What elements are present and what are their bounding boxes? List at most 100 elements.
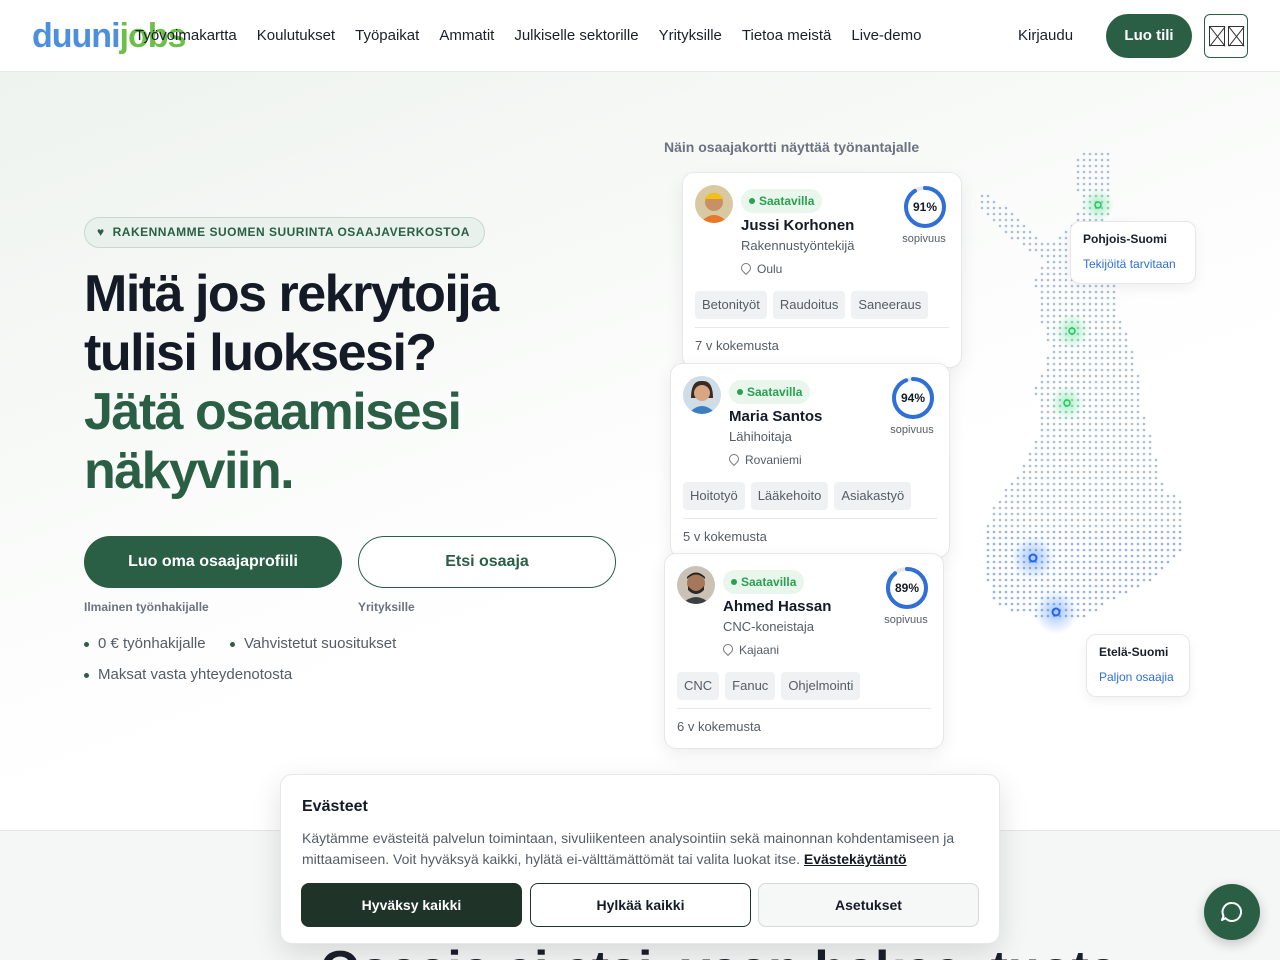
map-dot xyxy=(1124,542,1128,546)
map-dot xyxy=(1004,518,1008,522)
create-profile-button[interactable]: Luo oma osaajaprofiili xyxy=(84,536,342,588)
nav-item-ammatit[interactable]: Ammatit xyxy=(439,26,494,46)
map-dot xyxy=(1106,182,1110,186)
map-dot xyxy=(1082,500,1086,504)
candidate-card[interactable]: Saatavilla Jussi Korhonen Rakennustyönte… xyxy=(682,172,962,368)
nav-item-tietoa-meista[interactable]: Tietoa meistä xyxy=(742,26,831,46)
map-dot xyxy=(1130,488,1134,492)
map-dot xyxy=(1070,536,1074,540)
map-dot xyxy=(1094,608,1098,612)
map-dot xyxy=(1142,566,1146,570)
reject-all-button[interactable]: Hylkää kaikki xyxy=(530,883,751,927)
map-dot xyxy=(1046,452,1050,456)
cookie-policy-link[interactable]: Evästekäytäntö xyxy=(804,851,907,867)
language-button[interactable] xyxy=(1204,14,1248,58)
map-dot xyxy=(1124,476,1128,480)
candidate-card[interactable]: Saatavilla Maria Santos Lähihoitaja Rova… xyxy=(670,363,950,558)
chat-bubble-icon xyxy=(1221,901,1243,922)
map-dot xyxy=(1100,362,1104,366)
map-dot xyxy=(1106,416,1110,420)
map-dot xyxy=(1124,416,1128,420)
candidate-card[interactable]: Saatavilla Ahmed Hassan CNC-koneistaja K… xyxy=(664,553,944,749)
map-dot xyxy=(1082,188,1086,192)
map-dot xyxy=(1082,530,1086,534)
chat-button[interactable] xyxy=(1204,884,1260,940)
map-dot xyxy=(1058,482,1062,486)
map-dot xyxy=(1172,548,1176,552)
map-dot xyxy=(1118,482,1122,486)
nav-item-live-demo[interactable]: Live-demo xyxy=(851,26,921,46)
map-dot xyxy=(1124,566,1128,570)
nav-item-koulutukset[interactable]: Koulutukset xyxy=(257,26,335,46)
cookie-settings-button[interactable]: Asetukset xyxy=(758,883,979,927)
map-dot xyxy=(1040,428,1044,432)
map-dot xyxy=(1124,530,1128,534)
map-dot xyxy=(1016,518,1020,522)
map-dot xyxy=(1010,536,1014,540)
map-dot xyxy=(1154,566,1158,570)
map-dot xyxy=(1160,494,1164,498)
map-dot xyxy=(1094,446,1098,450)
login-link[interactable]: Kirjaudu xyxy=(1018,26,1073,46)
map-dot xyxy=(1076,422,1080,426)
map-dot xyxy=(1064,278,1068,282)
location-pin-icon xyxy=(738,260,754,276)
map-dot xyxy=(1118,326,1122,330)
map-dot xyxy=(1076,350,1080,354)
skill-tag: Ohjelmointi xyxy=(781,672,861,700)
map-dot xyxy=(1040,308,1044,312)
map-dot xyxy=(1136,440,1140,444)
nav-item-tyopaikat[interactable]: Työpaikat xyxy=(355,26,419,46)
map-dot xyxy=(1022,464,1026,468)
map-dot xyxy=(1118,464,1122,468)
map-dot xyxy=(1118,488,1122,492)
map-dot xyxy=(1070,296,1074,300)
finland-dot-map xyxy=(980,152,1182,634)
map-dot xyxy=(1124,554,1128,558)
map-dot xyxy=(1034,392,1038,396)
map-dot xyxy=(1064,572,1068,576)
map-dot xyxy=(1094,158,1098,162)
map-dot xyxy=(1004,602,1008,606)
map-dot xyxy=(1058,524,1062,528)
map-dot xyxy=(1052,506,1056,510)
map-dot xyxy=(1100,602,1104,606)
map-dot xyxy=(1052,422,1056,426)
map-dot xyxy=(1112,290,1116,294)
nav-item-julkiselle-sektorille[interactable]: Julkiselle sektorille xyxy=(514,26,638,46)
map-dot xyxy=(1052,512,1056,516)
map-dot xyxy=(1124,446,1128,450)
nav-item-tyovoimakartta[interactable]: Työvoimakartta xyxy=(135,26,237,46)
map-dot xyxy=(1106,314,1110,318)
map-dot xyxy=(1100,596,1104,600)
map-dot xyxy=(1154,518,1158,522)
find-talent-button[interactable]: Etsi osaaja xyxy=(358,536,616,588)
map-dot xyxy=(1082,458,1086,462)
map-dot xyxy=(1178,518,1182,522)
map-dot xyxy=(1028,524,1032,528)
map-dot xyxy=(1028,590,1032,594)
map-dot xyxy=(1094,578,1098,582)
map-dot xyxy=(1070,476,1074,480)
nav-item-yrityksille[interactable]: Yrityksille xyxy=(659,26,722,46)
map-dot xyxy=(1088,464,1092,468)
map-dot xyxy=(1088,404,1092,408)
map-dot xyxy=(1046,302,1050,306)
map-dot xyxy=(1052,470,1056,474)
map-dot xyxy=(1118,512,1122,516)
map-dot xyxy=(1016,476,1020,480)
skill-tag: Raudoitus xyxy=(772,291,846,319)
map-dot xyxy=(1010,584,1014,588)
map-dot xyxy=(1118,362,1122,366)
map-dot xyxy=(1082,542,1086,546)
map-dot xyxy=(1106,188,1110,192)
map-dot xyxy=(1046,440,1050,444)
avatar xyxy=(695,185,733,223)
map-dot xyxy=(1010,512,1014,516)
map-dot xyxy=(1058,284,1062,288)
signup-button[interactable]: Luo tili xyxy=(1106,14,1192,58)
map-dot xyxy=(1106,308,1110,312)
map-dot xyxy=(1100,572,1104,576)
map-dot xyxy=(1082,602,1086,606)
accept-all-button[interactable]: Hyväksy kaikki xyxy=(301,883,522,927)
